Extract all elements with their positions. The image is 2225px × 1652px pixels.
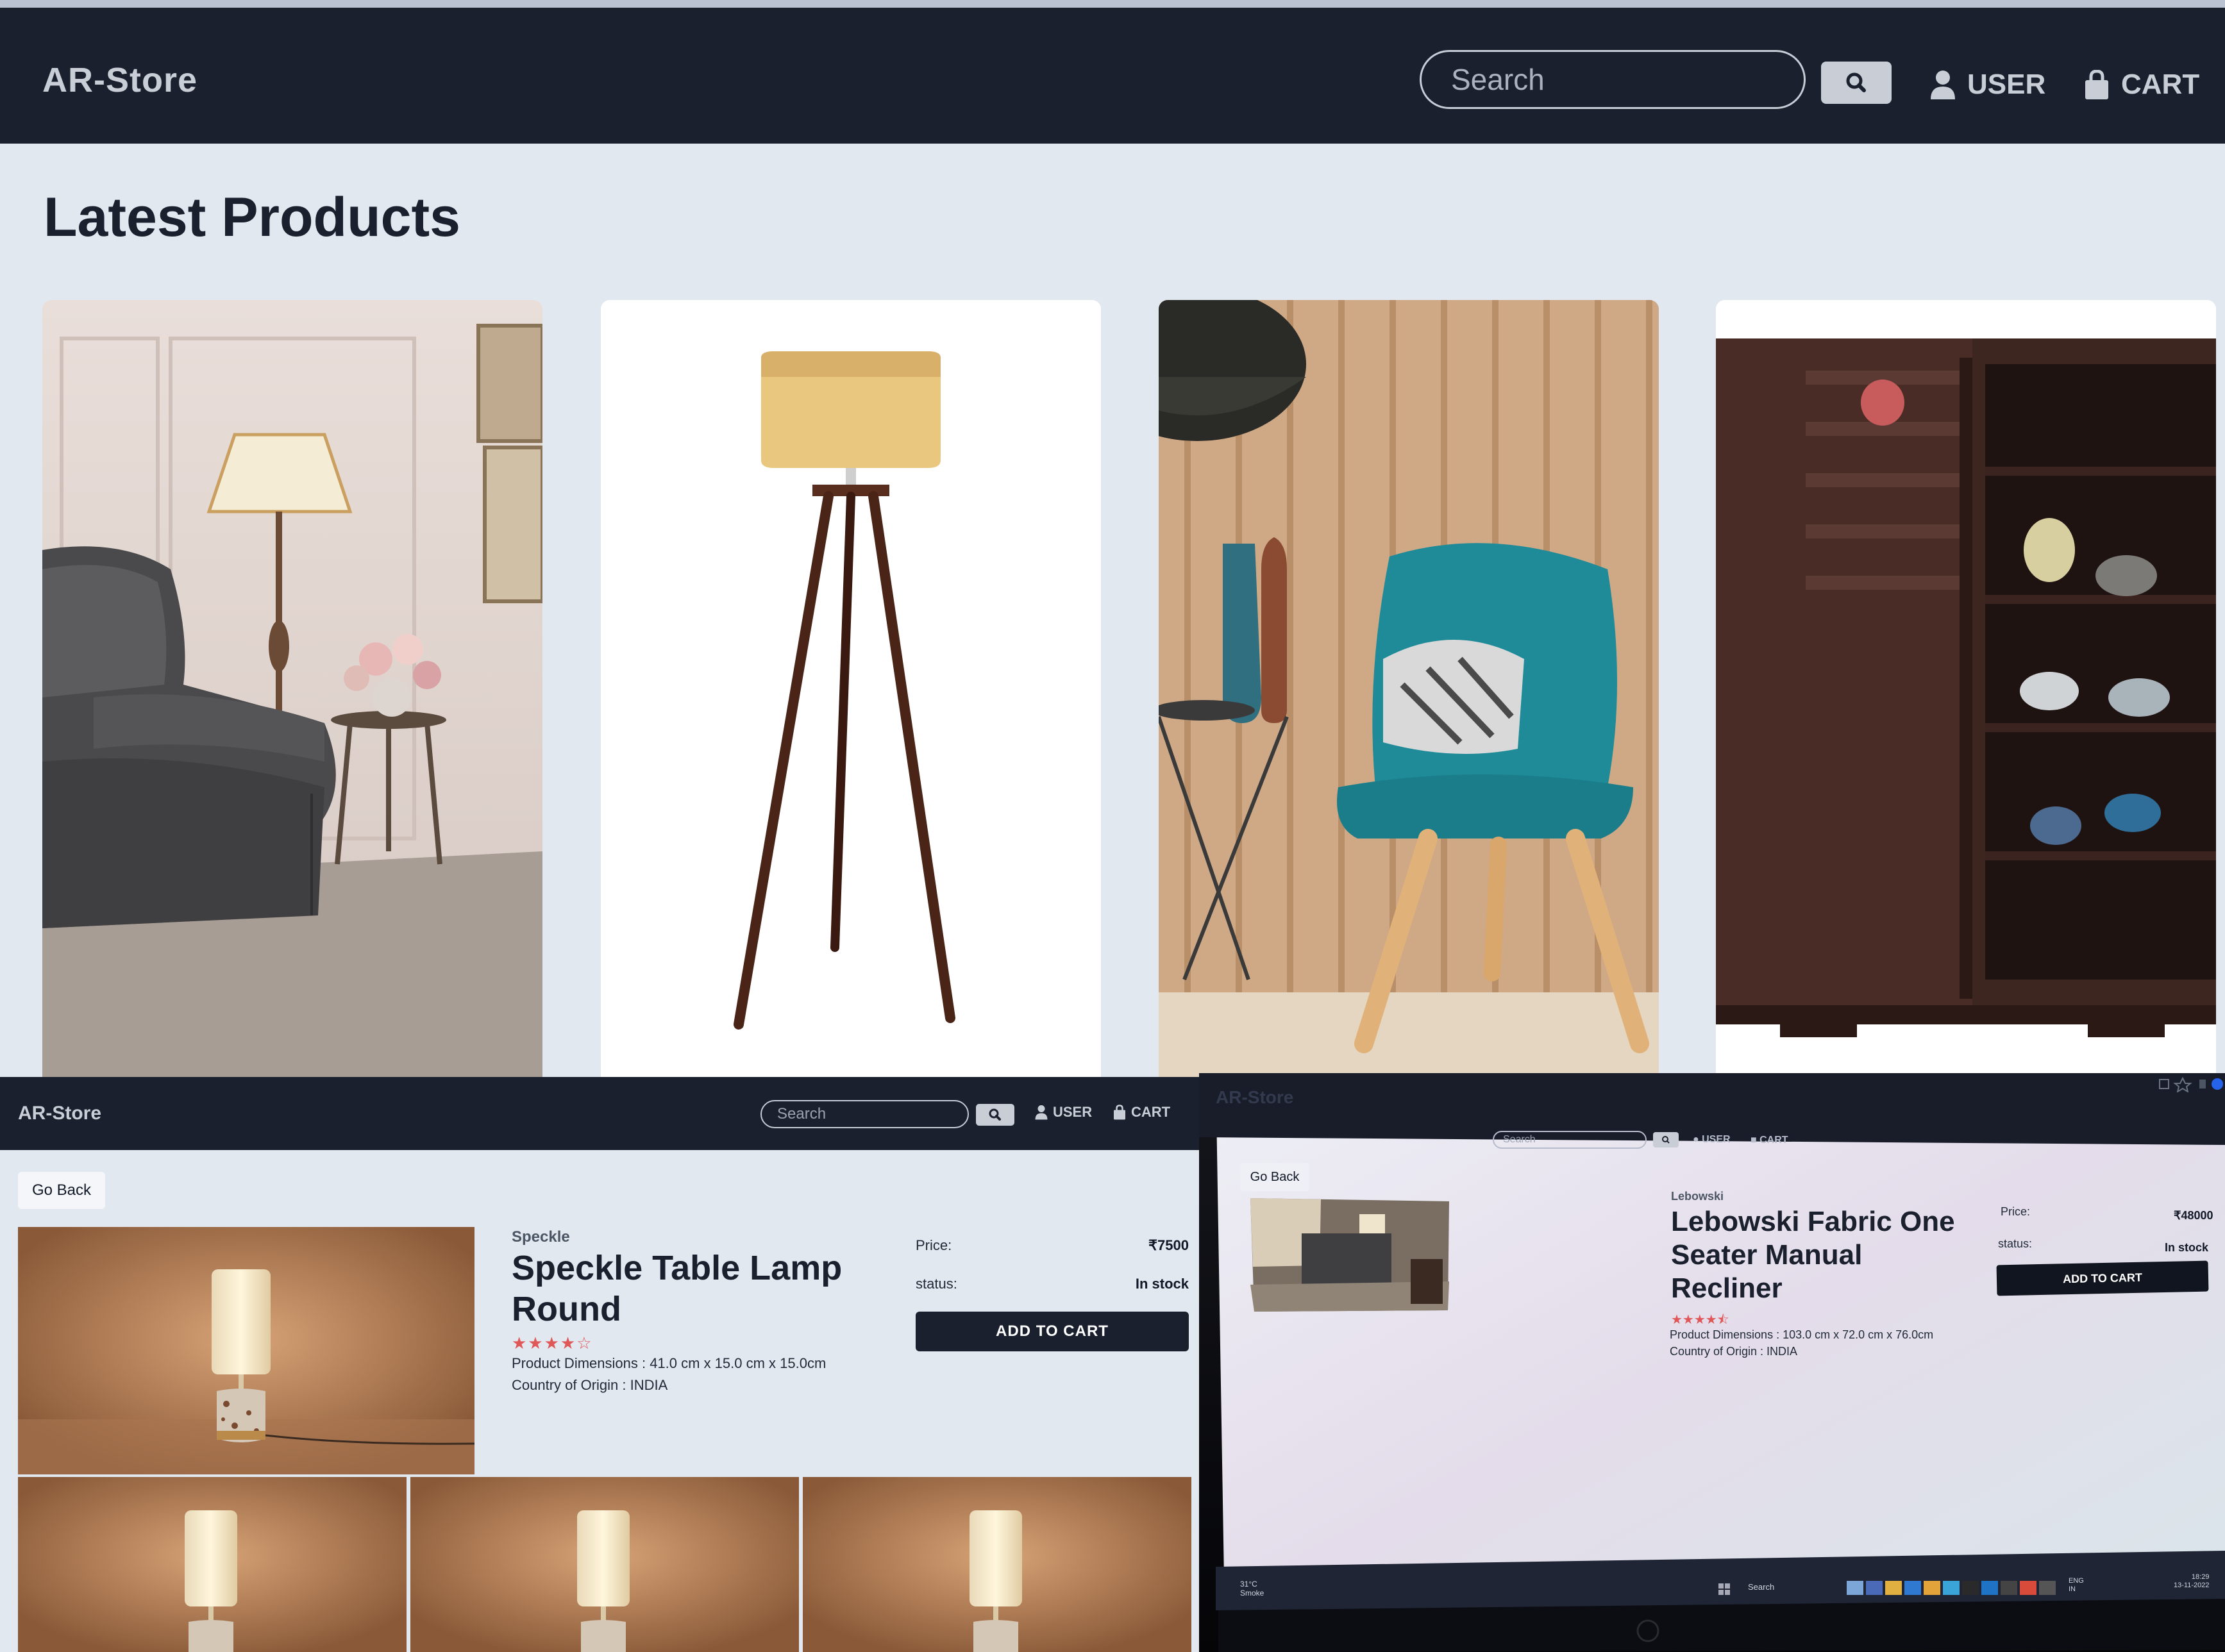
browser-edge (0, 0, 2225, 8)
user-link[interactable]: USER (1930, 65, 2045, 104)
country-of-origin: Country of Origin : INDIA (512, 1377, 668, 1393)
add-to-cart-button[interactable]: ADD TO CART (1996, 1260, 2209, 1296)
cart-label: CART (1759, 1135, 1788, 1146)
user-icon (1035, 1105, 1048, 1120)
laptop-screen (1199, 1073, 2225, 1652)
brand-logo[interactable]: AR-Store (1216, 1087, 1293, 1108)
user-icon: ● (1693, 1134, 1699, 1145)
brand-logo[interactable]: AR-Store (42, 60, 197, 100)
navbar: AR-Store USER CART (0, 8, 2225, 144)
user-label: USER (1702, 1134, 1731, 1145)
add-to-cart-button[interactable]: ADD TO CART (916, 1312, 1189, 1351)
price-value: ₹7500 (1148, 1237, 1189, 1253)
clock-date: 13-11-2022 (2174, 1581, 2210, 1589)
search-button[interactable] (1821, 62, 1892, 104)
cart-link[interactable]: CART (1113, 1104, 1170, 1121)
status-value: In stock (1135, 1276, 1189, 1292)
rating-stars: ★★★★☆ (512, 1333, 593, 1353)
search-input[interactable] (1420, 50, 1806, 109)
browser-toolbar (2133, 1086, 2210, 1097)
product-main-image (18, 1227, 474, 1474)
go-back-button[interactable]: Go Back (18, 1172, 105, 1209)
price-label: Price: (2001, 1205, 2031, 1218)
shopping-bag-icon (2085, 70, 2108, 99)
product-card[interactable] (601, 300, 1101, 1077)
price-box: Price: ₹7500 status: In stock (916, 1237, 1189, 1314)
price-row: Price: ₹7500 (916, 1237, 1189, 1276)
search-button[interactable] (976, 1104, 1014, 1126)
store-home-screenshot: AR-Store USER CART Latest Products (0, 0, 2225, 1077)
shopping-bag-icon: ■ (1751, 1135, 1757, 1146)
product-card[interactable] (42, 300, 542, 1077)
search-icon (1846, 72, 1866, 92)
taskbar-clock[interactable]: 18:29 13-11-2022 (2174, 1573, 2209, 1590)
status-value: In stock (2165, 1241, 2209, 1254)
product-thumbnail[interactable] (803, 1477, 1191, 1652)
product-title: Speckle Table Lamp Round (512, 1249, 843, 1328)
status-label: status: (1998, 1237, 2033, 1250)
price-label: Price: (916, 1237, 952, 1253)
user-label: USER (1053, 1104, 1093, 1120)
search-input[interactable] (760, 1100, 969, 1128)
product-card[interactable] (1159, 300, 1659, 1077)
language-bottom: IN (2069, 1585, 2076, 1593)
navbar: AR-Store USER CART (0, 1077, 1199, 1150)
price-value: ₹48000 (2174, 1209, 2213, 1222)
brand-logo[interactable]: AR-Store (18, 1103, 101, 1124)
user-link[interactable]: ● USER (1693, 1134, 1731, 1146)
shopping-bag-icon (1114, 1105, 1125, 1120)
product-title: Lebowski Fabric One Seater Manual Reclin… (1671, 1206, 1955, 1304)
user-link[interactable]: USER (1035, 1104, 1092, 1121)
cart-label: CART (2121, 69, 2200, 100)
product-thumbnail[interactable] (410, 1477, 799, 1652)
user-icon (1931, 71, 1955, 99)
search-icon (989, 1108, 1001, 1121)
product-brand: Speckle (512, 1228, 570, 1246)
clock-time: 18:29 (2191, 1573, 2210, 1581)
product-card[interactable] (1716, 300, 2216, 1077)
product-brand: Lebowski (1671, 1190, 1724, 1203)
search-button[interactable] (1653, 1132, 1679, 1147)
product-detail-screenshot: AR-Store USER CART Go Back (0, 1077, 1199, 1652)
status-label: status: (916, 1276, 957, 1292)
product-image-teal-chair[interactable] (1159, 300, 1659, 1077)
search-input[interactable]: Search (1493, 1131, 1647, 1149)
weather-temp: 31°C (1240, 1580, 1257, 1589)
search-icon (1662, 1136, 1670, 1144)
weather-widget[interactable]: 31°C Smoke (1240, 1580, 1298, 1598)
go-back-button[interactable]: Go Back (1240, 1163, 1309, 1191)
weather-text: Smoke (1240, 1589, 1264, 1598)
product-dimensions: Product Dimensions : 41.0 cm x 15.0 cm x… (512, 1355, 827, 1371)
product-dimensions: Product Dimensions : 103.0 cm x 72.0 cm … (1670, 1328, 1934, 1341)
product-image-recliner[interactable] (42, 300, 542, 1077)
user-label: USER (1967, 69, 2046, 100)
cart-link[interactable]: ■ CART (1751, 1135, 1788, 1146)
product-thumbnail[interactable] (18, 1477, 407, 1652)
product-image-shoe-cabinet[interactable] (1716, 300, 2216, 1077)
status-row: status: In stock (916, 1276, 1189, 1314)
laptop-photo: AR-Store Search ● USER ■ CART Go Back Le… (1199, 1073, 2225, 1652)
country-of-origin: Country of Origin : INDIA (1670, 1345, 1798, 1358)
cart-link[interactable]: CART (2084, 65, 2199, 104)
language-top: ENG (2069, 1577, 2084, 1585)
product-image-tripod-lamp[interactable] (601, 300, 1101, 1077)
cart-label: CART (1131, 1104, 1171, 1120)
page-title: Latest Products (44, 187, 460, 248)
language-indicator[interactable]: ENG IN (2069, 1577, 2084, 1594)
taskbar-search[interactable]: Search (1748, 1582, 1774, 1592)
